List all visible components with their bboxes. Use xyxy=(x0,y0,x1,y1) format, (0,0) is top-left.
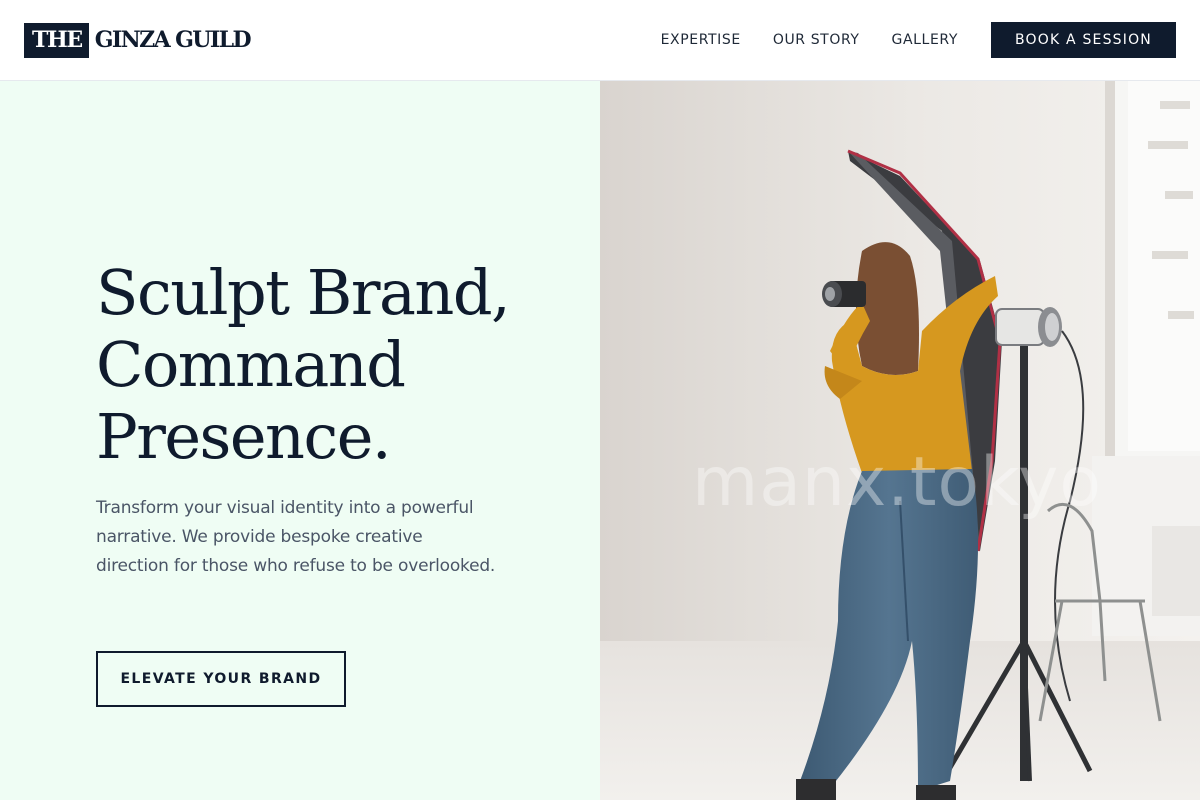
headline-line-1: Sculpt Brand, xyxy=(96,256,511,329)
elevate-brand-button[interactable]: ELEVATE YOUR BRAND xyxy=(96,651,346,707)
site-header: THE GINZA GUILD EXPERTISE OUR STORY GALL… xyxy=(0,0,1200,81)
hero-subtext: Transform your visual identity into a po… xyxy=(96,498,496,576)
hero-headline: Sculpt Brand, Command Presence. xyxy=(96,257,576,473)
nav-link-gallery[interactable]: GALLERY xyxy=(892,32,958,48)
logo-box: THE xyxy=(24,22,89,58)
headline-line-2: Command xyxy=(96,328,406,401)
main-nav: EXPERTISE OUR STORY GALLERY BOOK A SESSI… xyxy=(629,22,1176,58)
hero-image: manx.tokyo xyxy=(600,81,1200,800)
logo-text: GINZA GUILD xyxy=(94,27,252,53)
hero-text-panel: Sculpt Brand, Command Presence. Transfor… xyxy=(0,81,600,800)
brand-logo[interactable]: THE GINZA GUILD xyxy=(24,22,252,58)
nav-link-our-story[interactable]: OUR STORY xyxy=(773,32,860,48)
nav-link-expertise[interactable]: EXPERTISE xyxy=(661,32,741,48)
studio-photo xyxy=(600,81,1200,800)
headline-line-3: Presence. xyxy=(96,400,392,473)
image-watermark: manx.tokyo xyxy=(692,443,1102,522)
book-session-button[interactable]: BOOK A SESSION xyxy=(991,22,1176,58)
